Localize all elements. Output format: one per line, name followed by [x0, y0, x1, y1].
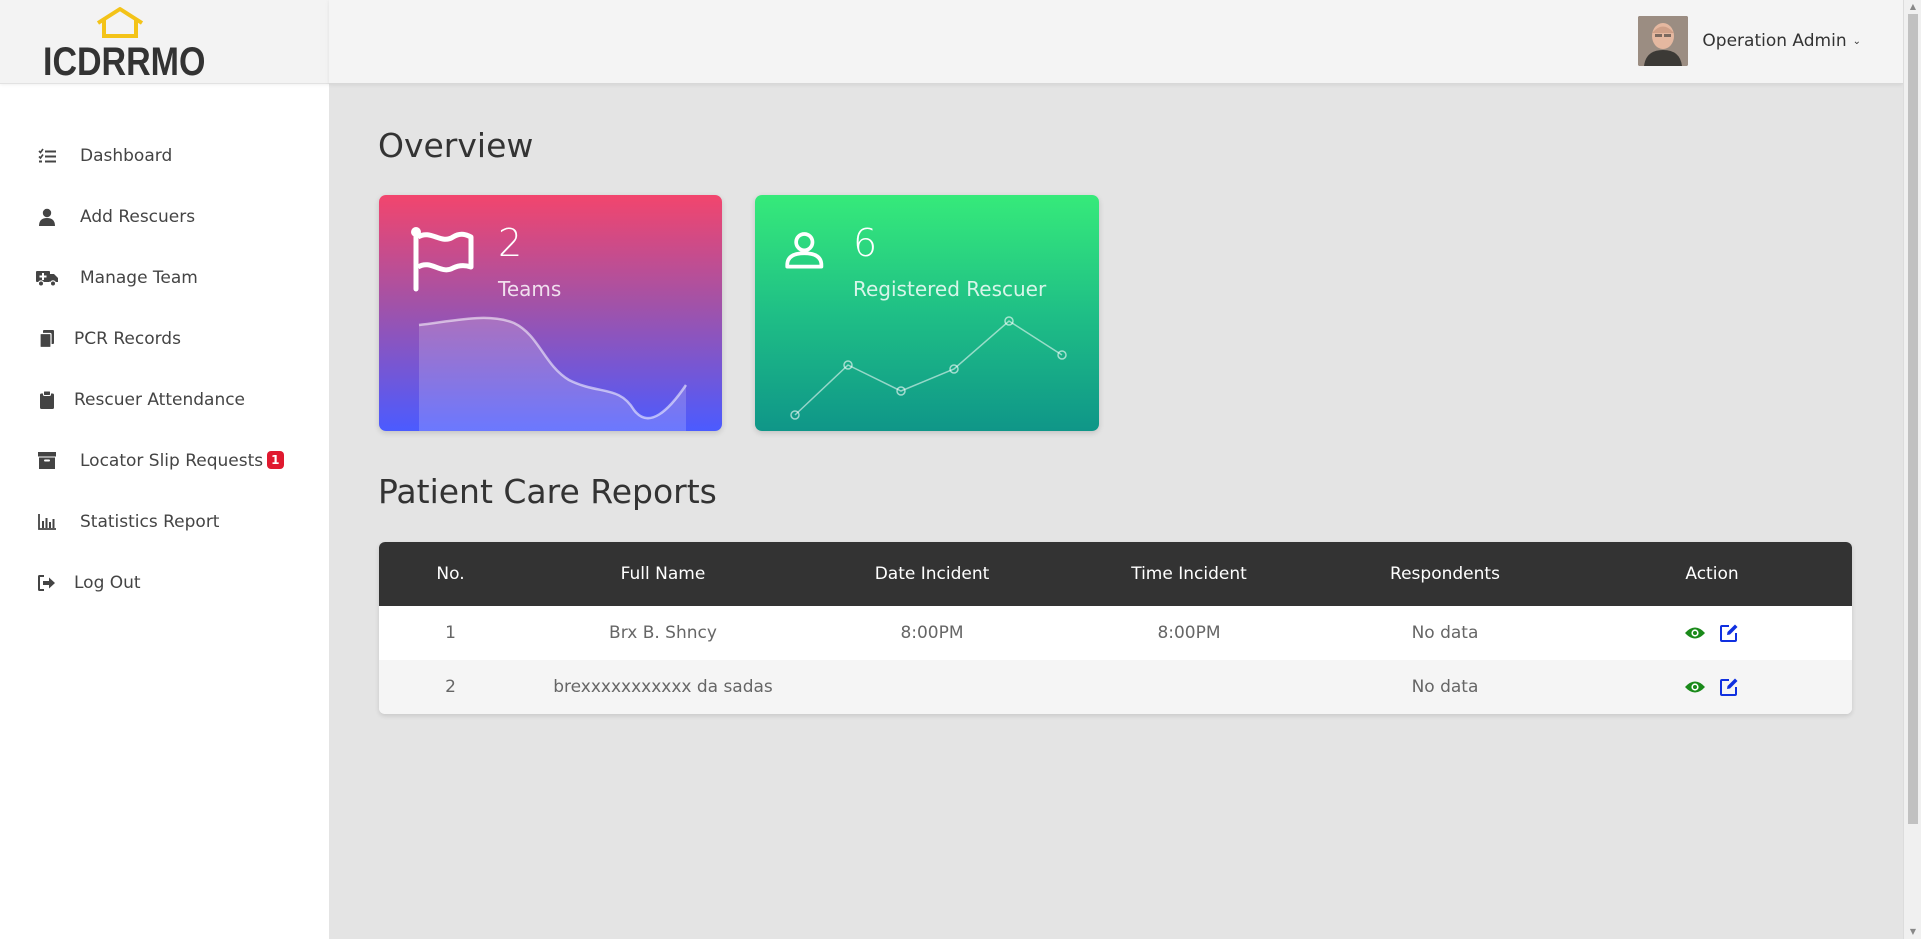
sidebar-item-label: Locator Slip Requests	[80, 450, 264, 471]
list-check-icon	[36, 145, 58, 167]
sidebar-item-rescuer-attendance[interactable]: Rescuer Attendance	[0, 369, 329, 430]
scrollbar-thumb[interactable]	[1908, 14, 1918, 824]
cell-time-incident	[1060, 660, 1318, 714]
sidebar-nav: Dashboard Add Rescuers Manage Team PCR R…	[0, 84, 329, 613]
scroll-down-arrow-icon[interactable]: ▼	[1908, 927, 1918, 937]
sidebar-item-log-out[interactable]: Log Out	[0, 552, 329, 613]
sidebar: ICDRRMO Dashboard Add Rescuers Manage Te…	[0, 0, 329, 939]
table-row: 2 brexxxxxxxxxxx da sadas No data	[379, 660, 1852, 714]
archive-icon	[36, 450, 58, 472]
sidebar-item-manage-team[interactable]: Manage Team	[0, 247, 329, 308]
rescuer-count: 6	[853, 221, 878, 265]
teams-label: Teams	[498, 277, 562, 301]
teams-count: 2	[498, 221, 523, 265]
sidebar-item-dashboard[interactable]: Dashboard	[0, 125, 329, 186]
user-icon	[36, 206, 58, 228]
cell-full-name: brexxxxxxxxxxx da sadas	[553, 677, 773, 697]
vertical-scrollbar[interactable]: ▲ ▼	[1903, 0, 1921, 939]
column-header: Date Incident	[874, 564, 990, 584]
sidebar-item-locator-slip-requests[interactable]: Locator Slip Requests 1	[0, 430, 329, 491]
bar-chart-icon	[36, 511, 58, 533]
overview-title: Overview	[378, 126, 534, 165]
column-header: Action	[1685, 564, 1739, 584]
column-header: Full Name	[620, 564, 706, 584]
cell-action	[1572, 606, 1852, 660]
brand-logo[interactable]: ICDRRMO	[0, 0, 329, 84]
sidebar-item-label: Log Out	[74, 572, 141, 593]
cell-full-name: Brx B. Shncy	[609, 623, 717, 643]
user-menu-dropdown[interactable]: Operation Admin ⌄	[1638, 16, 1861, 66]
top-bar: Operation Admin ⌄	[329, 0, 1903, 84]
chevron-down-icon: ⌄	[1852, 35, 1861, 47]
cell-no: 2	[445, 677, 456, 697]
table-header-row: No. Full Name Date Incident Time Inciden…	[379, 542, 1852, 606]
column-header: Respondents	[1390, 564, 1500, 584]
sidebar-item-label: Rescuer Attendance	[74, 389, 246, 410]
sidebar-item-label: Statistics Report	[80, 511, 220, 532]
cell-date-incident: 8:00PM	[900, 623, 964, 643]
cell-date-incident	[804, 660, 1060, 714]
view-eye-icon[interactable]	[1684, 622, 1706, 644]
clipboard-icon	[36, 389, 58, 411]
cell-respondents: No data	[1411, 623, 1479, 643]
edit-icon[interactable]	[1718, 622, 1740, 644]
sidebar-item-label: Manage Team	[80, 267, 198, 288]
pcr-title: Patient Care Reports	[378, 472, 717, 511]
user-name: Operation Admin	[1702, 31, 1847, 51]
registered-rescuer-card[interactable]: 6 Registered Rescuer	[755, 195, 1099, 431]
rescuer-label: Registered Rescuer	[853, 277, 1047, 301]
edit-icon[interactable]	[1718, 676, 1740, 698]
pcr-table: No. Full Name Date Incident Time Inciden…	[379, 542, 1852, 714]
table-row: 1 Brx B. Shncy 8:00PM 8:00PM No data	[379, 606, 1852, 660]
sidebar-item-label: Dashboard	[80, 145, 173, 166]
sign-out-icon	[36, 572, 58, 594]
notification-badge: 1	[267, 450, 284, 469]
cell-time-incident: 8:00PM	[1157, 623, 1221, 643]
column-header: No.	[436, 564, 465, 584]
avatar	[1638, 16, 1689, 66]
cell-action	[1572, 660, 1852, 714]
view-eye-icon[interactable]	[1684, 676, 1706, 698]
brand-name: ICDRRMO	[43, 40, 206, 84]
teams-card[interactable]: 2 Teams	[379, 195, 722, 431]
ambulance-icon	[36, 267, 58, 289]
user-outline-icon	[785, 232, 824, 269]
cell-respondents: No data	[1411, 677, 1479, 697]
flag-icon	[411, 227, 474, 292]
scroll-up-arrow-icon[interactable]: ▲	[1908, 2, 1918, 12]
sidebar-item-statistics-report[interactable]: Statistics Report	[0, 491, 329, 552]
sidebar-item-pcr-records[interactable]: PCR Records	[0, 308, 329, 369]
files-icon	[36, 328, 58, 350]
sidebar-item-label: Add Rescuers	[80, 206, 196, 227]
cell-no: 1	[445, 623, 456, 643]
sidebar-item-label: PCR Records	[74, 328, 181, 349]
house-logo-icon	[96, 7, 144, 38]
sidebar-item-add-rescuers[interactable]: Add Rescuers	[0, 186, 329, 247]
column-header: Time Incident	[1131, 564, 1247, 584]
